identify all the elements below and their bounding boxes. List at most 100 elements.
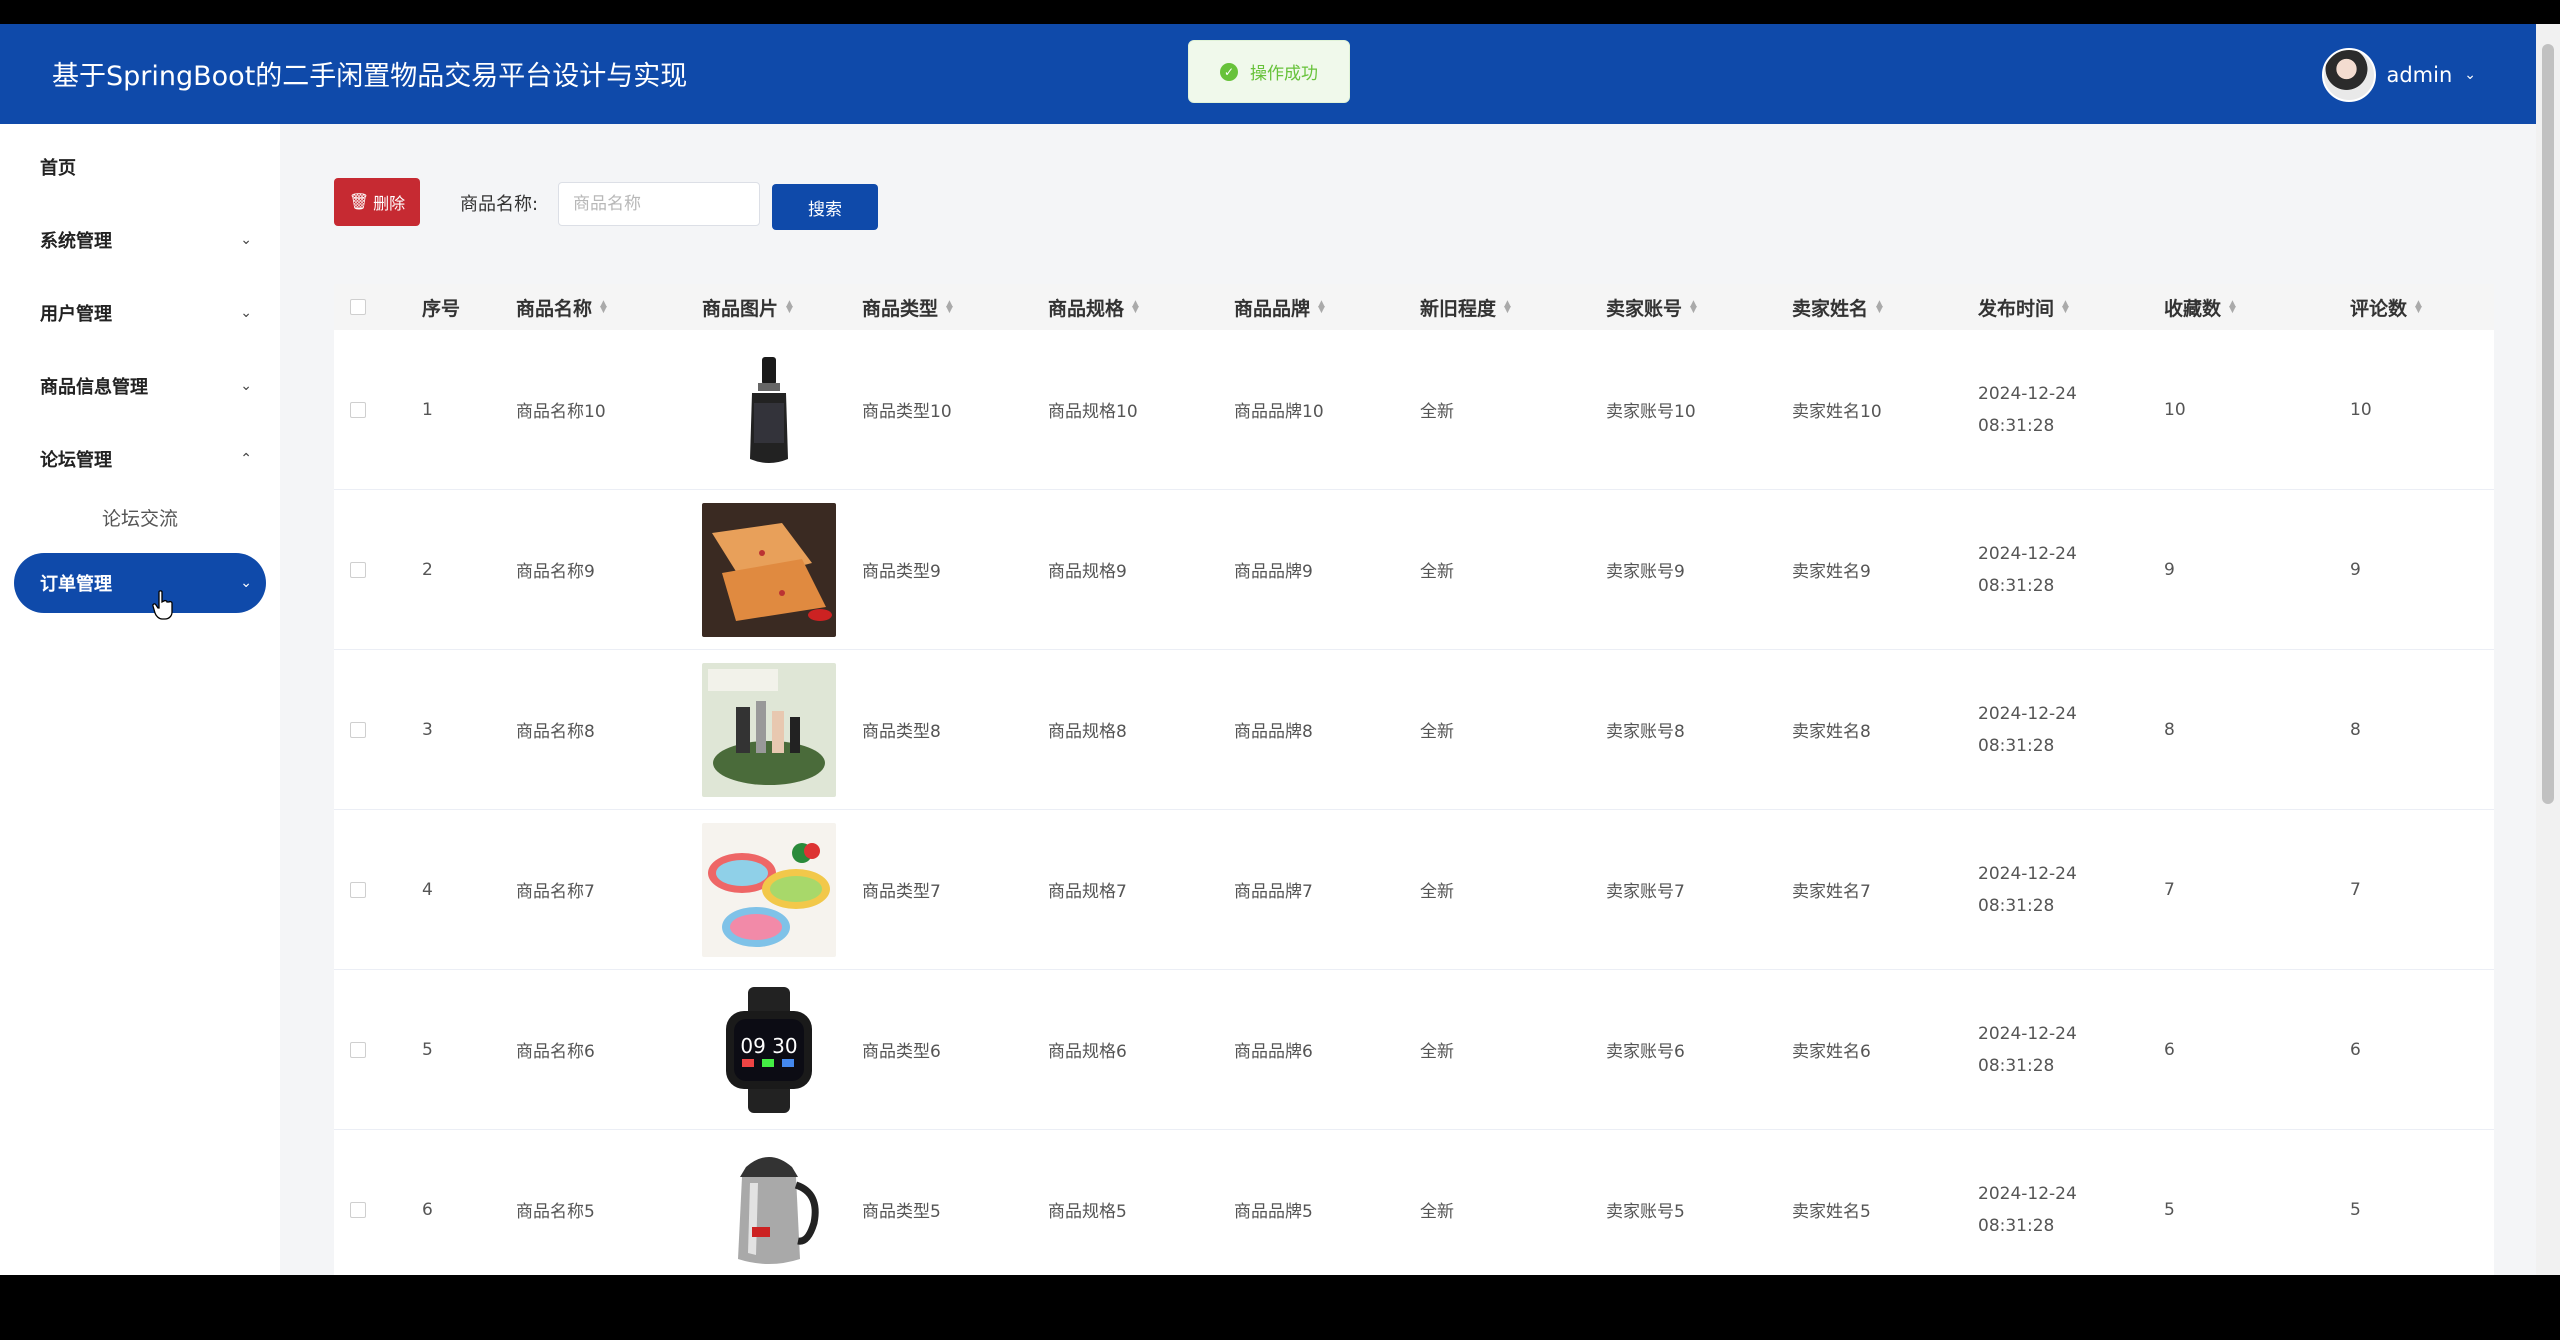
- column-header[interactable]: 商品图片 ▲ ▼: [702, 284, 793, 330]
- cell-time: 2024-12-24 08:31:28: [1978, 1023, 2077, 1076]
- chevron-down-icon: ⌄: [2464, 67, 2476, 83]
- table-row[interactable]: 1 商品名称10 商品类型10 商品规格10 商品品牌10 全新 卖家账号10 卖家姓名10 2…: [334, 330, 2494, 490]
- table-row[interactable]: 4 商品名称7 商品类型7 商品规格7 商品品牌7 全新 卖家账号7 卖家姓名7 2024-12…: [334, 810, 2494, 970]
- column-header[interactable]: 新旧程度 ▲ ▼: [1420, 284, 1511, 330]
- cell-type: 商品类型9: [862, 562, 941, 582]
- sidebar: 首页 系统管理 ⌄ 用户管理 ⌄ 商品信息管理 ⌄ 论坛管理 ⌃ 论坛交流 订单…: [0, 124, 280, 1275]
- trash-icon: 🗑: [348, 194, 370, 211]
- cell-name: 商品名称8: [516, 722, 595, 742]
- cell-name: 商品名称10: [516, 402, 606, 422]
- sidebar-item-label: 首页: [40, 158, 76, 179]
- cell-brand: 商品品牌6: [1234, 1042, 1313, 1062]
- sidebar-subitem-label: 论坛交流: [101, 507, 178, 530]
- cell-image[interactable]: [702, 490, 836, 649]
- cell-brand: 商品品牌9: [1234, 562, 1313, 582]
- delete-button[interactable]: 🗑 删除: [334, 178, 420, 226]
- sidebar-subitem-forum-exchange[interactable]: 论坛交流: [14, 492, 266, 542]
- check-circle-icon: ✓: [1220, 62, 1238, 81]
- sort-icon[interactable]: ▲ ▼: [2062, 300, 2069, 315]
- cell-condition: 全新: [1420, 882, 1454, 902]
- sidebar-item-forum[interactable]: 论坛管理 ⌃: [14, 430, 266, 488]
- cell-time: 2024-12-24 08:31:28: [1978, 383, 2077, 436]
- cell-brand: 商品品牌10: [1234, 402, 1324, 422]
- column-header[interactable]: 商品类型 ▲ ▼: [862, 284, 953, 330]
- cell-brand: 商品品牌5: [1234, 1202, 1313, 1222]
- sort-icon[interactable]: ▲ ▼: [2415, 300, 2422, 315]
- sidebar-item-home[interactable]: 首页: [14, 138, 266, 196]
- cell-comments: 10: [2350, 399, 2372, 420]
- sidebar-item-orders[interactable]: 订单管理 ⌄: [14, 553, 266, 613]
- cell-seller: 卖家姓名7: [1792, 882, 1871, 902]
- cell-name: 商品名称5: [516, 1202, 595, 1222]
- sidebar-item-label: 系统管理: [40, 231, 112, 252]
- column-header-label: 商品规格: [1048, 297, 1125, 320]
- column-header[interactable]: 评论数 ▲ ▼: [2350, 284, 2422, 330]
- cell-condition: 全新: [1420, 1042, 1454, 1062]
- cell-image[interactable]: [702, 330, 836, 489]
- tofu-snack-image: [702, 502, 836, 637]
- search-button[interactable]: 搜索: [772, 184, 878, 230]
- sidebar-item-products[interactable]: 商品信息管理 ⌄: [14, 357, 266, 415]
- column-header[interactable]: 发布时间 ▲ ▼: [1978, 284, 2069, 330]
- table-row[interactable]: 3 商品名称8 商品类型8 商品规格8 商品品牌8 全新 卖家账号8 卖家姓名8 2024-12…: [334, 650, 2494, 810]
- sort-icon[interactable]: ▲ ▼: [1318, 300, 1325, 315]
- sidebar-item-label: 商品信息管理: [40, 377, 148, 398]
- cell-image[interactable]: [702, 810, 836, 969]
- column-header[interactable]: 序号: [422, 284, 460, 330]
- table-row[interactable]: 6 商品名称5 商品类型5 商品规格5 商品品牌5 全新 卖家账号5 卖家姓名5 2024-12…: [334, 1130, 2494, 1275]
- sort-icon[interactable]: ▲ ▼: [1690, 300, 1697, 315]
- cell-seller: 卖家姓名5: [1792, 1202, 1871, 1222]
- cell-name: 商品名称9: [516, 562, 595, 582]
- cell-index: 3: [422, 719, 433, 740]
- cell-fav: 10: [2164, 399, 2186, 420]
- sort-icon[interactable]: ▲ ▼: [946, 300, 953, 315]
- cell-fav: 7: [2164, 879, 2175, 900]
- cell-fav: 8: [2164, 719, 2175, 740]
- row-checkbox[interactable]: [350, 810, 366, 969]
- product-table: 序号 商品名称 ▲ ▼ 商品图片 ▲ ▼ 商品类型 ▲ ▼ 商品规格 ▲ ▼ 商品品牌 ▲ ▼ 新旧程度 ▲ ▼ 卖家…: [334, 284, 2494, 1275]
- cell-spec: 商品规格8: [1048, 722, 1127, 742]
- cell-spec: 商品规格6: [1048, 1042, 1127, 1062]
- page-scrollbar[interactable]: [2536, 24, 2560, 1275]
- cell-account: 卖家账号10: [1606, 402, 1696, 422]
- sort-icon[interactable]: ▲ ▼: [1876, 300, 1883, 315]
- sort-icon[interactable]: ▲ ▼: [1132, 300, 1139, 315]
- row-checkbox[interactable]: [350, 490, 366, 649]
- serum-bottle-image: [702, 342, 836, 477]
- cell-image[interactable]: 09 30: [702, 970, 836, 1129]
- column-header[interactable]: 商品品牌 ▲ ▼: [1234, 284, 1325, 330]
- search-input[interactable]: [558, 182, 760, 226]
- sort-icon[interactable]: ▲ ▼: [600, 300, 607, 315]
- scrollbar-thumb[interactable]: [2542, 44, 2554, 804]
- cell-type: 商品类型7: [862, 882, 941, 902]
- cell-brand: 商品品牌8: [1234, 722, 1313, 742]
- cell-fav: 5: [2164, 1199, 2175, 1220]
- row-checkbox[interactable]: [350, 650, 366, 809]
- column-header[interactable]: 卖家姓名 ▲ ▼: [1792, 284, 1883, 330]
- sidebar-item-system[interactable]: 系统管理 ⌄: [14, 211, 266, 269]
- table-row[interactable]: 5 商品名称6 09 30 商品类型6 商品规格6 商品品牌6 全新 卖家账号6 卖家姓名6 20…: [334, 970, 2494, 1130]
- sort-icon[interactable]: ▲ ▼: [786, 300, 793, 315]
- cell-fav: 6: [2164, 1039, 2175, 1060]
- column-header[interactable]: 卖家账号 ▲ ▼: [1606, 284, 1697, 330]
- sort-icon[interactable]: ▲ ▼: [2229, 300, 2236, 315]
- column-header[interactable]: 商品规格 ▲ ▼: [1048, 284, 1139, 330]
- cell-fav: 9: [2164, 559, 2175, 580]
- table-row[interactable]: 2 商品名称9 商品类型9 商品规格9 商品品牌9 全新 卖家账号9 卖家姓名9 2024-12…: [334, 490, 2494, 650]
- cell-name: 商品名称7: [516, 882, 595, 902]
- column-header[interactable]: 商品名称 ▲ ▼: [516, 284, 607, 330]
- sidebar-item-users[interactable]: 用户管理 ⌄: [14, 284, 266, 342]
- row-checkbox[interactable]: [350, 330, 366, 489]
- sort-icon[interactable]: ▲ ▼: [1504, 300, 1511, 315]
- cell-image[interactable]: [702, 650, 836, 809]
- select-all-checkbox[interactable]: [350, 284, 366, 330]
- cell-image[interactable]: [702, 1130, 836, 1275]
- user-menu[interactable]: admin ⌄: [2322, 48, 2476, 102]
- cell-seller: 卖家姓名8: [1792, 722, 1871, 742]
- row-checkbox[interactable]: [350, 1130, 366, 1275]
- column-header-label: 发布时间: [1978, 297, 2055, 320]
- table-header: 序号 商品名称 ▲ ▼ 商品图片 ▲ ▼ 商品类型 ▲ ▼ 商品规格 ▲ ▼ 商品品牌 ▲ ▼ 新旧程度 ▲ ▼ 卖家…: [334, 284, 2494, 330]
- column-header[interactable]: 收藏数 ▲ ▼: [2164, 284, 2236, 330]
- chevron-down-icon: ⌄: [240, 378, 252, 394]
- row-checkbox[interactable]: [350, 970, 366, 1129]
